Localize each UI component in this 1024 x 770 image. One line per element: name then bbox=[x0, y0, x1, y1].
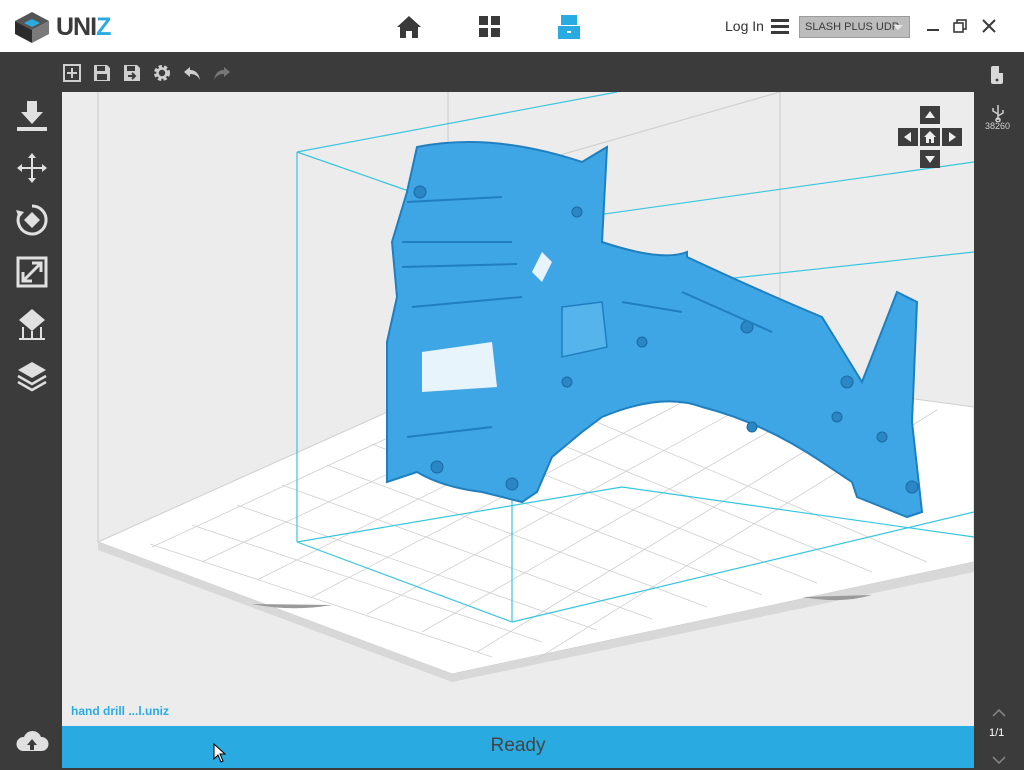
redo-icon[interactable] bbox=[212, 63, 232, 83]
app-logo: UNIZ bbox=[12, 10, 111, 44]
phone-icon[interactable] bbox=[989, 64, 1007, 91]
file-name[interactable]: hand drill ...l.uniz bbox=[71, 704, 169, 718]
view-right-button[interactable] bbox=[942, 128, 962, 146]
undo-icon[interactable] bbox=[182, 63, 202, 83]
support-icon[interactable] bbox=[15, 307, 49, 341]
cloud-upload-icon[interactable] bbox=[15, 725, 49, 759]
right-sidebar bbox=[974, 52, 1024, 768]
chevron-down-icon bbox=[893, 25, 903, 30]
scene-canvas[interactable] bbox=[62, 92, 974, 726]
save-as-icon[interactable] bbox=[122, 63, 142, 83]
title-bar: UNIZ Log In SLASH PLUS UDP bbox=[0, 0, 1024, 52]
usb-count: 38260 bbox=[985, 121, 1011, 131]
restore-button[interactable] bbox=[951, 17, 969, 35]
view-left-button[interactable] bbox=[898, 128, 918, 146]
printer-select[interactable]: SLASH PLUS UDP bbox=[799, 16, 910, 38]
tool-sidebar bbox=[0, 92, 62, 768]
logo-text: UNIZ bbox=[56, 12, 111, 41]
rotate-icon[interactable] bbox=[15, 203, 49, 237]
download-icon[interactable] bbox=[15, 99, 49, 133]
scroll-up-icon[interactable] bbox=[992, 704, 1006, 722]
save-icon[interactable] bbox=[92, 63, 112, 83]
grid-icon[interactable] bbox=[477, 14, 503, 40]
status-bar: Ready bbox=[62, 726, 974, 768]
mouse-cursor-icon bbox=[213, 743, 227, 763]
file-toolbar bbox=[62, 52, 974, 92]
view-home-button[interactable] bbox=[920, 128, 940, 146]
scroll-down-icon[interactable] bbox=[992, 752, 1006, 770]
scale-icon[interactable] bbox=[15, 255, 49, 289]
page-indicator: 1/1 bbox=[989, 727, 1005, 739]
layers-icon[interactable] bbox=[15, 359, 49, 393]
add-file-icon[interactable] bbox=[62, 63, 82, 83]
home-icon[interactable] bbox=[396, 14, 422, 40]
view-up-button[interactable] bbox=[920, 106, 940, 124]
view-navigation-pad bbox=[898, 106, 962, 170]
status-text: Ready bbox=[490, 735, 546, 756]
login-link[interactable]: Log In bbox=[725, 18, 764, 34]
minimize-button[interactable] bbox=[924, 17, 942, 35]
printer-icon[interactable] bbox=[556, 14, 582, 40]
view-down-button[interactable] bbox=[920, 150, 940, 168]
printer-select-value: SLASH PLUS UDP bbox=[805, 21, 900, 33]
logo-cube-icon bbox=[15, 12, 49, 43]
close-button[interactable] bbox=[980, 17, 998, 35]
menu-icon[interactable] bbox=[771, 18, 789, 39]
settings-icon[interactable] bbox=[152, 63, 172, 83]
3d-viewport[interactable]: hand drill ...l.uniz bbox=[62, 92, 974, 726]
move-icon[interactable] bbox=[15, 151, 49, 185]
